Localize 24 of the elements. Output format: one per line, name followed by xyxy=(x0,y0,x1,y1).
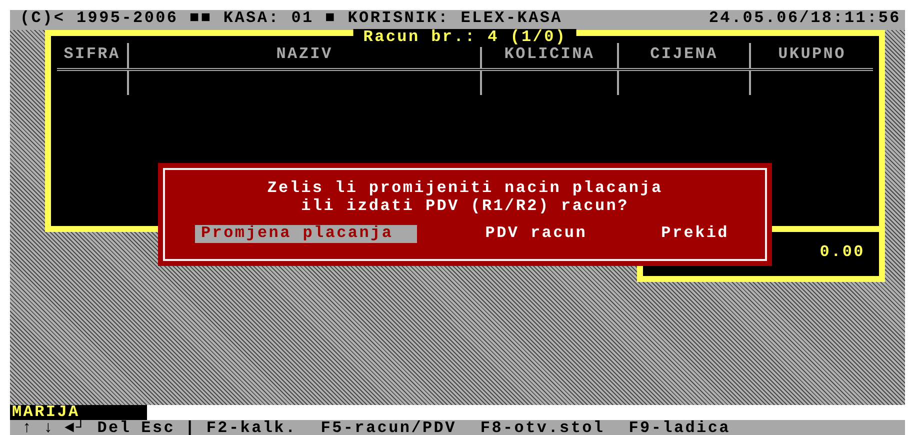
column-header: NAZIV xyxy=(129,43,482,68)
total-amount: 0.00 xyxy=(820,243,865,261)
column-header: SIFRA xyxy=(57,43,129,68)
dialog-option[interactable]: PDV racun xyxy=(479,225,594,243)
key-hint: ↓ xyxy=(43,420,55,435)
user-name: MARIJA xyxy=(10,405,147,420)
column-header: KOLICINA xyxy=(482,43,619,68)
key-hint: ↑ xyxy=(22,420,34,435)
key-hint: Del xyxy=(97,420,132,435)
column-header: UKUPNO xyxy=(777,44,847,65)
program-info: (C)< 1995-2006 ■■ KASA: 01 ■ KORISNIK: ELEX-KASA xyxy=(20,10,562,29)
key-hint: ◄┘ xyxy=(64,420,88,435)
dialog-message: Zelis li promijeniti nacin placanja xyxy=(266,180,664,198)
window-title: Racun br.: 4 (1/0) xyxy=(353,29,577,47)
key-hint: F2-kalk. xyxy=(206,420,297,435)
key-hint: F8-otv.stol xyxy=(480,420,605,435)
key-hint: F9-ladica xyxy=(628,420,730,435)
dialog-option[interactable]: Promjena placanja xyxy=(195,225,418,243)
dialog-message: ili izdati PDV (R1/R2) racun? xyxy=(300,198,630,216)
date-time: 24.05.06/18:11:56 xyxy=(708,10,901,29)
dialog-option[interactable]: Prekid xyxy=(655,225,735,243)
key-hint: F5-racun/PDV xyxy=(320,420,456,435)
column-header: CIJENA xyxy=(619,43,751,68)
key-hint: Esc xyxy=(141,420,176,435)
